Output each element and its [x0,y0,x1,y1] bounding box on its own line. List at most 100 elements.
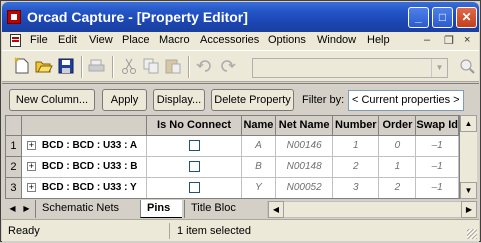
status-text: Ready [5,223,170,239]
no-connect-checkbox[interactable] [188,160,200,172]
column-header-net-name[interactable]: Net Name [275,116,334,136]
new-icon[interactable] [13,57,31,75]
no-connect-cell[interactable] [146,156,242,178]
scroll-up-icon[interactable]: ▲ [460,115,477,132]
menu-file[interactable]: File [30,34,48,46]
toolbar-combo[interactable]: ▼ [252,58,448,78]
delete-property-button[interactable]: Delete Property [211,89,294,111]
table-row[interactable]: 3 + BCD : BCD : U33 : Y Y N00052 3 2 –1 [6,177,459,198]
display-button[interactable]: Display... [153,89,205,111]
part-cell[interactable]: + BCD : BCD : U33 : Y [21,177,148,198]
part-cell[interactable]: + BCD : BCD : U33 : B [21,156,148,178]
apply-button[interactable]: Apply [102,89,147,111]
close-button[interactable]: ✕ [456,7,477,28]
no-connect-checkbox[interactable] [188,139,200,151]
tab-pins[interactable]: Pins [140,200,182,218]
minimize-button[interactable]: _ [408,7,429,28]
name-cell[interactable]: Y [241,177,277,198]
document-menu-icon[interactable] [10,34,21,47]
filter-label: Filter by: [302,94,345,106]
expand-icon[interactable]: + [26,161,36,171]
column-header-part[interactable] [21,116,148,136]
number-cell[interactable]: 2 [332,156,380,178]
status-bar: Ready 1 item selected [2,219,479,241]
table-row[interactable]: 1 + BCD : BCD : U33 : A A N00146 1 0 –1 [6,135,459,157]
table-row[interactable]: 2 + BCD : BCD : U33 : B B N00148 2 1 –1 [6,156,459,178]
new-column-button[interactable]: New Column... [9,89,95,111]
column-header-swap-id[interactable]: Swap Id [415,116,459,136]
expand-icon[interactable]: + [26,182,36,192]
no-connect-cell[interactable] [146,135,242,157]
net-name-cell[interactable]: N00146 [275,135,334,157]
part-cell[interactable]: + BCD : BCD : U33 : A [21,135,148,157]
column-header-is-no-connect[interactable]: Is No Connect [146,116,242,136]
order-cell[interactable]: 2 [378,177,417,198]
save-icon[interactable] [57,57,75,75]
title-bar[interactable]: Orcad Capture - [Property Editor] _ □ ✕ [2,2,479,32]
selection-status: 1 item selected [177,225,251,237]
filter-select[interactable]: < Current properties > [348,90,464,111]
part-name: BCD : BCD : U33 : Y [41,182,137,193]
menu-help[interactable]: Help [367,34,390,46]
property-grid: Is No Connect Name Net Name Number Order… [5,115,460,199]
row-number[interactable]: 2 [6,156,22,178]
horizontal-scrollbar[interactable]: ◀ ▶ [267,201,477,218]
toolbar-separator [81,56,83,78]
paste-icon[interactable] [164,57,182,75]
menu-window[interactable]: Window [317,34,356,46]
swap-id-cell[interactable]: –1 [415,135,459,157]
order-cell[interactable]: 1 [378,156,417,178]
menu-accessories[interactable]: Accessories [200,34,259,46]
orcad-app-icon[interactable] [7,10,21,24]
column-header-name[interactable]: Name [241,116,277,136]
row-number[interactable]: 1 [6,135,22,157]
tab-scroll-left-icon[interactable]: ◀ [7,201,18,216]
order-cell[interactable]: 0 [378,135,417,157]
number-cell[interactable]: 1 [332,135,380,157]
menu-bar: File Edit View Place Macro Accessories O… [2,32,479,50]
swap-id-cell[interactable]: –1 [415,177,459,198]
scroll-down-icon[interactable]: ▼ [460,182,477,199]
no-connect-checkbox[interactable] [188,181,200,193]
resize-grip-icon[interactable] [467,229,477,239]
tab-scroll-right-icon[interactable]: ▶ [21,201,32,216]
name-cell[interactable]: B [241,156,277,178]
copy-icon[interactable] [142,57,160,75]
tab-title-blocks[interactable]: Title Bloc [184,200,254,218]
scroll-right-icon[interactable]: ▶ [461,201,477,218]
open-icon[interactable] [35,57,53,75]
scroll-left-icon[interactable]: ◀ [268,201,284,218]
mdi-restore-button[interactable]: ❐ [444,34,454,47]
menu-options[interactable]: Options [268,34,306,46]
column-header-number[interactable]: Number [332,116,380,136]
no-connect-cell[interactable] [146,177,242,198]
print-icon[interactable] [88,57,106,75]
swap-id-cell[interactable]: –1 [415,156,459,178]
close-icon: ✕ [461,10,472,24]
menu-macro[interactable]: Macro [159,34,190,46]
toolbar-separator [188,56,190,78]
tab-schematic-nets[interactable]: Schematic Nets [35,200,138,218]
menu-edit[interactable]: Edit [58,34,77,46]
chevron-down-icon[interactable]: ▼ [431,59,447,77]
net-name-cell[interactable]: N00148 [275,156,334,178]
menu-view[interactable]: View [89,34,113,46]
net-name-cell[interactable]: N00052 [275,177,334,198]
maximize-button[interactable]: □ [432,7,453,28]
grid-corner-header[interactable] [6,116,22,136]
window-title: Orcad Capture - [Property Editor] [27,9,248,25]
expand-icon[interactable]: + [26,140,36,150]
menu-place[interactable]: Place [122,34,150,46]
row-number[interactable]: 3 [6,177,22,198]
cut-icon[interactable] [120,57,138,75]
mdi-close-button[interactable]: × [464,34,470,46]
vertical-scrollbar[interactable]: ▲ ▼ [460,115,477,199]
redo-icon[interactable] [218,57,236,75]
application-window: Orcad Capture - [Property Editor] _ □ ✕ … [0,0,481,243]
zoom-icon[interactable] [458,57,476,75]
undo-icon[interactable] [196,57,214,75]
column-header-order[interactable]: Order [378,116,417,136]
mdi-minimize-button[interactable]: – [424,34,430,46]
name-cell[interactable]: A [241,135,277,157]
number-cell[interactable]: 3 [332,177,380,198]
